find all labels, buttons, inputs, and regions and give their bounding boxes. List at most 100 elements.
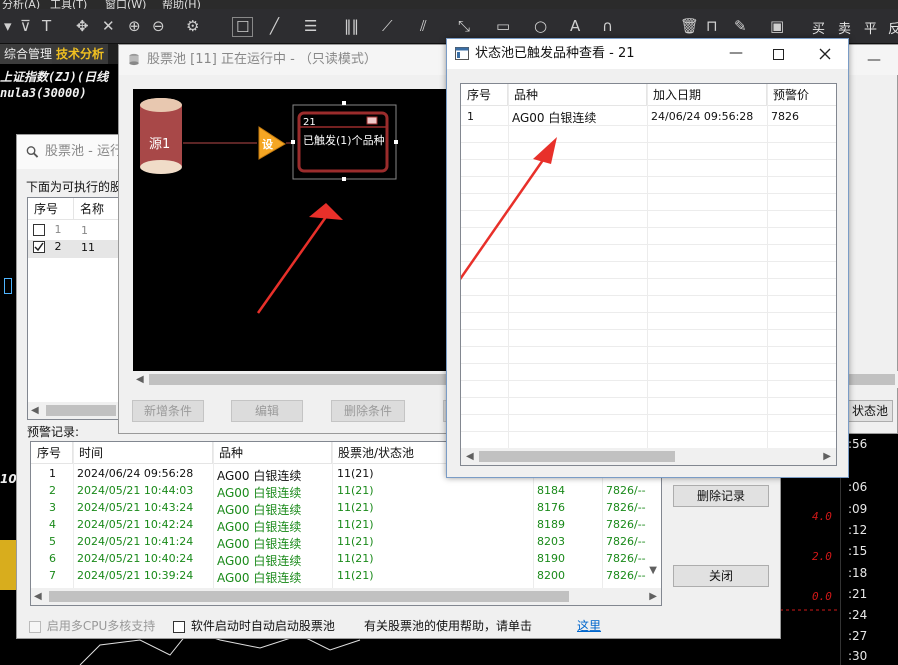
alert-row-range[interactable]: 7826/--	[606, 552, 646, 565]
cpu-checkbox[interactable]	[29, 620, 41, 633]
menu-tools[interactable]: 工具(T)	[50, 0, 87, 9]
channel-icon[interactable]: ⫽	[420, 17, 427, 35]
close-icon[interactable]	[819, 48, 831, 60]
scroll-thumb[interactable]	[479, 451, 675, 462]
col-header-id[interactable]: 序号	[31, 442, 73, 464]
alert-row-symbol[interactable]: AG00 白银连续	[217, 501, 301, 518]
scroll-left-icon[interactable]: ◀	[136, 371, 144, 388]
alert-row-pool[interactable]: 11(21)	[337, 501, 374, 514]
alert-row-value[interactable]: 8190	[537, 552, 565, 565]
status-pool-button[interactable]: 状态池	[843, 400, 893, 422]
alert-row-id[interactable]: 5	[49, 535, 56, 548]
alert-row-id[interactable]: 7	[49, 569, 56, 582]
scroll-thumb[interactable]	[46, 405, 116, 416]
alert-row-id[interactable]: 1	[49, 467, 56, 480]
dropdown-icon[interactable]: ▾	[4, 17, 12, 35]
col-header-id[interactable]: 序号	[28, 198, 74, 220]
alert-row-id[interactable]: 3	[49, 501, 56, 514]
checkbox-checked[interactable]	[33, 241, 45, 253]
tab-technical[interactable]: 技术分析	[52, 44, 109, 64]
alert-row-pool[interactable]: 11(21)	[337, 535, 374, 548]
add-condition-button[interactable]: 新增条件	[132, 400, 204, 422]
cursor-icon[interactable]: ☐	[232, 17, 254, 37]
alert-row-pool[interactable]: 11(21)	[337, 569, 374, 582]
alert-row-symbol[interactable]: AG00 白银连续	[217, 484, 301, 501]
menu-help[interactable]: 帮助(H)	[162, 0, 201, 9]
lock-icon[interactable]: ⊓	[706, 17, 718, 35]
autostart-checkbox[interactable]	[173, 620, 185, 633]
autostart-option[interactable]: 软件启动时自动启动股票池	[173, 617, 335, 634]
filter-icon[interactable]: ⊽	[20, 17, 31, 35]
alert-row-symbol[interactable]: AG00 白银连续	[217, 535, 301, 552]
alert-row-time[interactable]: 2024/05/21 10:39:24	[77, 569, 193, 582]
close-icon[interactable]: —	[849, 45, 898, 75]
scroll-thumb[interactable]	[849, 374, 895, 385]
flow-canvas[interactable]: 源1 设 21 已触发(1)个品种	[133, 89, 453, 375]
alert-row-value[interactable]: 8184	[537, 484, 565, 497]
pen-icon[interactable]: ✎	[734, 17, 747, 35]
cross-icon[interactable]: ✕	[102, 17, 115, 35]
fib-icon[interactable]: ☰	[304, 17, 317, 35]
alert-row-time[interactable]: 2024/05/21 10:40:24	[77, 552, 193, 565]
alert-row-range[interactable]: 7826/--	[606, 535, 646, 548]
close-button[interactable]: 关闭	[673, 565, 769, 587]
right-scrollbar[interactable]	[849, 371, 898, 388]
buy-button[interactable]: 买	[812, 18, 825, 37]
text-icon[interactable]: T	[42, 17, 51, 35]
maximize-icon[interactable]	[773, 49, 784, 60]
measure-icon[interactable]: ⤡	[458, 17, 470, 35]
alert-row-range[interactable]: 7826/--	[606, 484, 646, 497]
alert-row-time[interactable]: 2024/06/24 09:56:28	[77, 467, 193, 480]
alert-row-range[interactable]: 7826/--	[606, 569, 646, 582]
close-position-button[interactable]: 平	[864, 18, 877, 37]
alert-row-id[interactable]: 6	[49, 552, 56, 565]
delete-icon[interactable]: 🗑	[680, 17, 699, 35]
alert-row-id[interactable]: 4	[49, 518, 56, 531]
scroll-left-icon[interactable]: ◀	[31, 402, 39, 419]
menu-analysis[interactable]: 分析(A)	[2, 0, 40, 9]
save-icon[interactable]: ▣	[770, 17, 784, 35]
canvas-scrollbar[interactable]: ◀	[133, 371, 453, 388]
scroll-down-icon[interactable]: ▼	[649, 562, 657, 579]
cpu-option[interactable]: 启用多CPU多核支持	[29, 617, 155, 634]
menu-window[interactable]: 窗口(W)	[105, 0, 146, 9]
scroll-left-icon[interactable]: ◀	[466, 448, 474, 465]
zoom-in-icon[interactable]: ⊕	[128, 17, 141, 35]
alert-row-time[interactable]: 2024/05/21 10:44:03	[77, 484, 193, 497]
delete-record-button[interactable]: 删除记录	[673, 485, 769, 507]
checkbox[interactable]	[33, 224, 45, 236]
rect-icon[interactable]: ▭	[496, 17, 510, 35]
text-tool-icon[interactable]: A	[570, 17, 580, 35]
line-icon[interactable]: ╱	[270, 17, 279, 35]
alert-row-symbol[interactable]: AG00 白银连续	[217, 569, 301, 586]
alert-row-symbol[interactable]: AG00 白银连续	[217, 518, 301, 535]
alert-row-pool[interactable]: 11(21)	[337, 484, 374, 497]
help-link[interactable]: 这里	[577, 617, 601, 634]
alert-row-range[interactable]: 7826/--	[606, 518, 646, 531]
move-icon[interactable]: ✥	[76, 17, 89, 35]
alert-row-symbol[interactable]: AG00 白银连续	[217, 552, 301, 569]
minimize-icon[interactable]: —	[729, 45, 743, 61]
settings-icon[interactable]: ⚙	[186, 17, 199, 35]
delete-condition-button[interactable]: 删除条件	[331, 400, 405, 422]
status-scrollbar[interactable]: ◀ ▶	[461, 448, 836, 465]
list-item[interactable]: 2	[33, 240, 62, 253]
magnet-icon[interactable]: ∩	[602, 17, 613, 35]
col-header-time[interactable]: 时间	[73, 442, 213, 464]
edit-button[interactable]: 编辑	[231, 400, 303, 422]
scroll-right-icon[interactable]: ▶	[649, 588, 657, 605]
alert-row-id[interactable]: 2	[49, 484, 56, 497]
parallel-icon[interactable]: ‖‖	[344, 17, 359, 35]
alert-row-pool[interactable]: 11(21)	[337, 518, 374, 531]
reverse-button[interactable]: 反	[888, 18, 898, 37]
alert-row-symbol[interactable]: AG00 白银连续	[217, 467, 301, 484]
zoom-out-icon[interactable]: ⊖	[152, 17, 165, 35]
circle-icon[interactable]: ○	[534, 17, 547, 35]
alert-row-value[interactable]: 8176	[537, 501, 565, 514]
scroll-right-icon[interactable]: ▶	[823, 448, 831, 465]
alert-row-pool[interactable]: 11(21)	[337, 552, 374, 565]
list-scrollbar[interactable]: ◀	[28, 402, 126, 419]
alert-row-value[interactable]: 8203	[537, 535, 565, 548]
alert-row-value[interactable]: 8189	[537, 518, 565, 531]
alert-row-time[interactable]: 2024/05/21 10:43:24	[77, 501, 193, 514]
